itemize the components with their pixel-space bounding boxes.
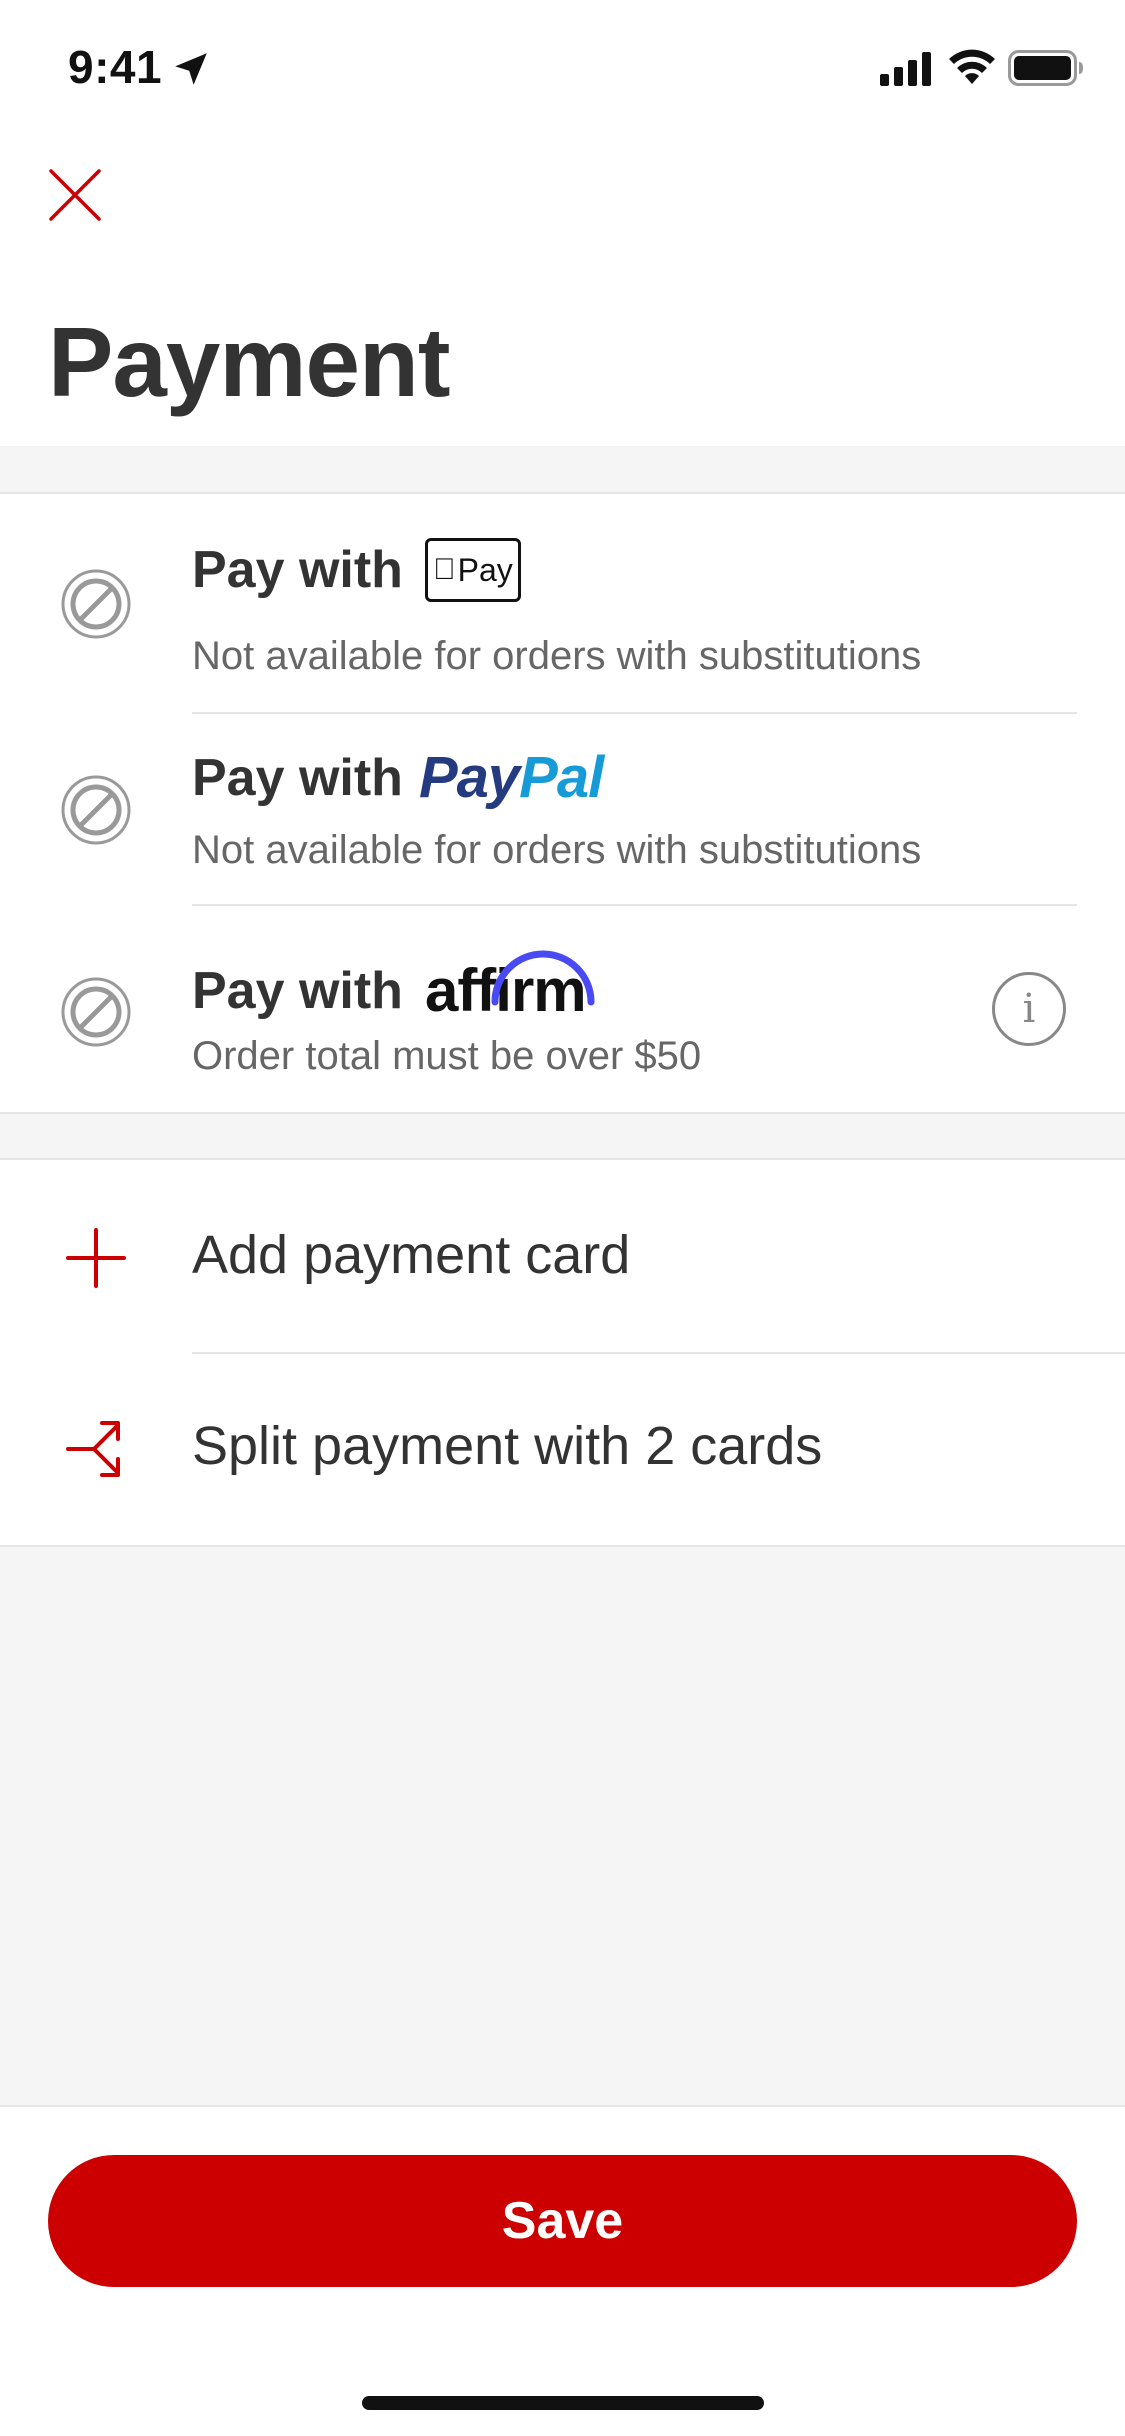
affirm-logo: affirm — [425, 950, 595, 1025]
method-label: Pay with — [192, 748, 403, 807]
unavailable-icon — [61, 977, 131, 1047]
action-label: Add payment card — [192, 1225, 631, 1285]
split-arrow-icon — [66, 1421, 120, 1477]
paypal-logo-pal: Pal — [519, 745, 604, 810]
payment-method-apple-pay: Pay with  Pay Not available for orders … — [0, 494, 1125, 714]
save-button[interactable]: Save — [48, 2155, 1077, 2287]
info-button[interactable]: i — [992, 972, 1066, 1046]
wifi-icon — [949, 49, 995, 84]
method-subtitle: Not available for orders with substituti… — [192, 634, 922, 678]
add-payment-card-button[interactable]: Add payment card — [0, 1162, 1125, 1354]
apple-pay-logo:  Pay — [424, 538, 521, 602]
section-spacer — [0, 446, 1125, 494]
method-label: Pay with — [192, 541, 403, 599]
page-title: Payment — [48, 307, 451, 417]
unavailable-icon — [61, 775, 131, 845]
status-bar: 9:41 — [0, 0, 1125, 132]
home-indicator[interactable] — [362, 2396, 764, 2410]
location-arrow-icon — [175, 53, 207, 85]
close-icon — [49, 169, 101, 221]
paypal-logo: PayPal — [418, 744, 604, 811]
unavailable-icon — [61, 569, 131, 639]
payment-method-affirm: Pay with affirm Order total must be over… — [0, 906, 1125, 1112]
plus-icon — [66, 1228, 126, 1288]
method-subtitle: Order total must be over $50 — [192, 1034, 702, 1078]
method-title: Pay with PayPal — [192, 744, 604, 811]
method-subtitle: Not available for orders with substituti… — [192, 828, 922, 872]
status-time: 9:41 — [68, 41, 163, 93]
method-title: Pay with  Pay — [192, 538, 521, 602]
info-icon: i — [1022, 986, 1036, 1032]
split-payment-button[interactable]: Split payment with 2 cards — [0, 1353, 1125, 1545]
apple-pay-text: Pay — [446, 551, 513, 588]
section-spacer — [0, 1112, 1125, 1160]
battery-icon — [1008, 50, 1083, 86]
paypal-logo-pay: Pay — [418, 745, 520, 810]
action-label: Split payment with 2 cards — [192, 1416, 823, 1476]
method-title: Pay with affirm — [192, 950, 595, 1025]
cellular-signal-icon — [880, 52, 931, 86]
payment-method-paypal: Pay with PayPal Not available for orders… — [0, 714, 1125, 906]
affirm-arc-icon — [491, 950, 595, 1006]
close-button[interactable] — [40, 160, 110, 230]
apple-logo-icon:  — [433, 553, 456, 587]
empty-area — [0, 1545, 1125, 2107]
method-label: Pay with — [192, 961, 403, 1020]
